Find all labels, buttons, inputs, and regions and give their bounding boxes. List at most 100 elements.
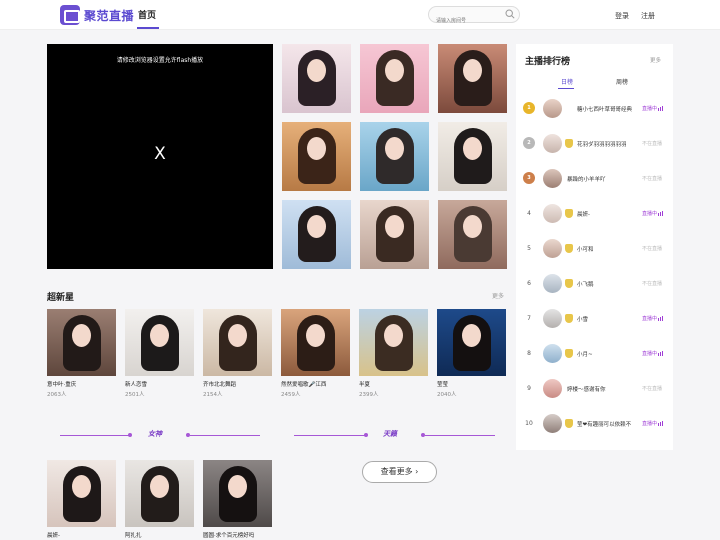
anchor-name[interactable]: 花羽ダ羽羽羽羽羽羽 [577, 140, 643, 148]
section-more-link[interactable]: 更多 [492, 291, 504, 300]
viewer-count: 2459人 [281, 392, 301, 398]
category-goddess[interactable]: 女神 [148, 429, 162, 439]
category-voice[interactable]: 天籁 [383, 429, 397, 439]
search-box [428, 6, 520, 29]
star-name[interactable]: 晨妍- [47, 531, 116, 539]
ranking-row[interactable]: 1 糖小七西叶草哥哥经典 直播中 [516, 99, 673, 119]
star-name[interactable]: 阿扎扎 [125, 531, 194, 539]
star-photo[interactable] [47, 460, 116, 527]
anchor-name[interactable]: 小雪 [577, 315, 643, 323]
rank-number: 6 [527, 280, 531, 287]
nav-home[interactable]: 首页 [138, 8, 156, 21]
level-badge-icon [565, 139, 573, 148]
avatar[interactable] [543, 414, 562, 433]
level-badge-icon [565, 349, 573, 358]
featured-thumb[interactable] [438, 122, 507, 191]
star-photo[interactable] [359, 309, 428, 376]
featured-thumb[interactable] [282, 122, 351, 191]
featured-thumb[interactable] [360, 200, 429, 269]
star-card[interactable]: 齐市北北舞蹈 2154人 [203, 309, 272, 398]
divider-dot [128, 433, 132, 437]
star-card[interactable]: 半夏 2399人 [359, 309, 428, 398]
search-icon[interactable] [505, 9, 515, 19]
viewer-count: 2154人 [203, 392, 223, 398]
ranking-row[interactable]: 7 小雪 直播中 [516, 309, 673, 329]
ranking-row[interactable]: 5 小可和 不在直播 [516, 239, 673, 259]
featured-thumb[interactable] [360, 44, 429, 113]
anchor-name[interactable]: 小飞鹅 [577, 280, 643, 288]
video-player[interactable]: 请修改浏览器设置允许flash播放 X [47, 44, 273, 269]
star-card[interactable]: 然然爱唱歌🎤江西 2459人 [281, 309, 350, 398]
avatar[interactable] [543, 309, 562, 328]
star-name[interactable]: 齐市北北舞蹈 [203, 380, 272, 388]
featured-thumb[interactable] [438, 200, 507, 269]
star-photo[interactable] [203, 309, 272, 376]
anchor-name[interactable]: 小月~ [577, 350, 643, 358]
view-more-button[interactable]: 查看更多 › [362, 461, 437, 483]
divider-dot [364, 433, 368, 437]
divider-line [425, 435, 495, 436]
register-link[interactable]: 注册 [641, 11, 655, 21]
anchor-name[interactable]: 糖小七西叶草哥哥经典 [577, 105, 643, 113]
star-name[interactable]: 新人恋雪 [125, 380, 194, 388]
avatar[interactable] [543, 274, 562, 293]
featured-thumb[interactable] [360, 122, 429, 191]
avatar[interactable] [543, 169, 562, 188]
ranking-row[interactable]: 9 婷楼～感谢有你 不在直播 [516, 379, 673, 399]
ranking-row[interactable]: 10 莹❤有趣丽可以依赖不 直播中 [516, 414, 673, 434]
star-photo[interactable] [125, 460, 194, 527]
view-more-label: 查看更多 [380, 467, 413, 476]
ranking-more-link[interactable]: 更多 [650, 56, 661, 64]
star-card[interactable]: 新人恋雪 2501人 [125, 309, 194, 398]
featured-thumb[interactable] [282, 44, 351, 113]
avatar[interactable] [543, 99, 562, 118]
featured-thumb[interactable] [438, 44, 507, 113]
star-photo[interactable] [437, 309, 506, 376]
anchor-name[interactable]: 婷楼～感谢有你 [567, 385, 633, 393]
ranking-row[interactable]: 6 小飞鹅 不在直播 [516, 274, 673, 294]
star-name[interactable]: 然然爱唱歌🎤江西 [281, 380, 350, 388]
tab-daily[interactable]: 日榜 [561, 77, 573, 86]
anchor-name[interactable]: 小可和 [577, 245, 643, 253]
anchor-name[interactable]: 莹❤有趣丽可以依赖不 [577, 420, 643, 428]
rank-number: 7 [527, 315, 531, 322]
search-input[interactable] [429, 13, 501, 29]
featured-thumb[interactable] [282, 200, 351, 269]
avatar[interactable] [543, 134, 562, 153]
avatar[interactable] [543, 204, 562, 223]
avatar[interactable] [543, 379, 562, 398]
bronze-medal-icon: 3 [523, 172, 535, 184]
star-photo[interactable] [281, 309, 350, 376]
star-photo[interactable] [203, 460, 272, 527]
star-card[interactable]: 莹莹 2040人 [437, 309, 506, 398]
ranking-row[interactable]: 3 暴躁的小羊羊吖 不在直播 [516, 169, 673, 189]
offline-status: 不在直播 [642, 281, 663, 287]
silver-medal-icon: 2 [523, 137, 535, 149]
avatar[interactable] [543, 239, 562, 258]
ranking-title: 主播排行榜 [525, 57, 571, 67]
star-card[interactable]: 意中叶·重庆 2063人 [47, 309, 116, 398]
anchor-name[interactable]: 暴躁的小羊羊吖 [567, 175, 633, 183]
ranking-row[interactable]: 2 花羽ダ羽羽羽羽羽羽 不在直播 [516, 134, 673, 154]
live-bars-icon [658, 316, 664, 323]
offline-status: 不在直播 [642, 246, 663, 252]
top-header: 聚范直播 首页 登录 注册 [0, 0, 720, 30]
tab-weekly[interactable]: 周榜 [616, 77, 628, 86]
avatar[interactable] [543, 344, 562, 363]
star-name[interactable]: 莹莹 [437, 380, 506, 388]
rank-number: 9 [527, 385, 531, 392]
ranking-row[interactable]: 8 小月~ 直播中 [516, 344, 673, 364]
logo[interactable]: 聚范直播 [60, 5, 134, 25]
star-name[interactable]: 圆圆·求个百元榜好吗 [203, 531, 272, 539]
star-name[interactable]: 半夏 [359, 380, 428, 388]
ranking-row[interactable]: 4 晨妍- 直播中 [516, 204, 673, 224]
star-photo[interactable] [125, 309, 194, 376]
star-photo[interactable] [47, 309, 116, 376]
star-card[interactable]: 阿扎扎 [125, 460, 194, 539]
star-card[interactable]: 圆圆·求个百元榜好吗 [203, 460, 272, 539]
anchor-name[interactable]: 晨妍- [577, 210, 643, 218]
close-icon[interactable]: X [47, 144, 273, 164]
star-name[interactable]: 意中叶·重庆 [47, 380, 116, 388]
login-link[interactable]: 登录 [615, 11, 629, 21]
star-card[interactable]: 晨妍- [47, 460, 116, 539]
